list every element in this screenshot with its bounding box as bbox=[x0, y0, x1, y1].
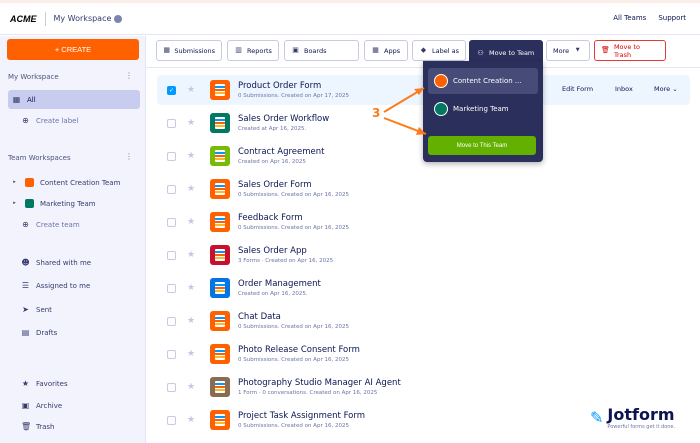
step-number-annotation: 3 bbox=[372, 106, 381, 120]
annotation-arrows bbox=[383, 87, 427, 135]
jotform-watermark: ✎ Jotform Powerful forms get it done. bbox=[590, 405, 675, 430]
watermark-tagline: Powerful forms get it done. bbox=[607, 424, 676, 430]
jotform-logo-icon: ✎ bbox=[590, 408, 604, 427]
watermark-name: Jotform bbox=[607, 405, 675, 424]
